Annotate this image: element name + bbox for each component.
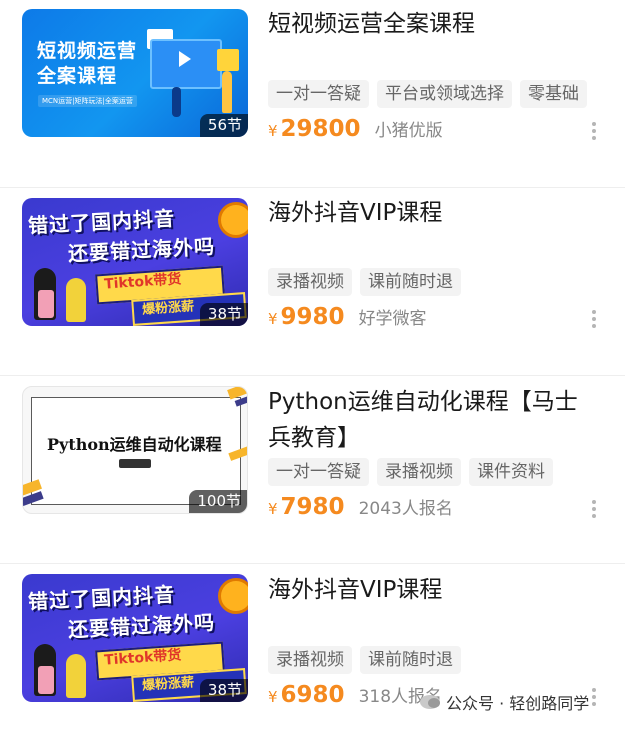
person-illustration xyxy=(222,71,232,113)
course-thumbnail[interactable]: 短视频运营 全案课程 MCN运营|矩阵玩法|全案运营 56节 xyxy=(22,9,248,137)
course-price: 9980 xyxy=(280,304,345,330)
thumb-headline: Python运维自动化课程 xyxy=(47,435,222,454)
lesson-count-badge: 100节 xyxy=(189,490,247,513)
course-title[interactable]: 海外抖音VIP课程 xyxy=(268,572,588,608)
course-card[interactable]: 错过了国内抖音 还要错过海外吗 Tiktok带货 爆粉涨薪 38节 海外抖音VI… xyxy=(0,188,625,376)
watermark: 公众号 · 轻创路同学 xyxy=(420,690,589,714)
price-row: ¥ 9980 好学微客 xyxy=(268,304,427,330)
currency-symbol: ¥ xyxy=(268,500,278,518)
course-tags: 一对一答疑 平台或领域选择 零基础 xyxy=(268,80,587,108)
play-icon xyxy=(179,51,191,67)
thumb-headline: 还要错过海外吗 xyxy=(67,234,216,266)
course-tag: 零基础 xyxy=(520,80,587,108)
course-price: 29800 xyxy=(280,116,361,142)
lesson-count-badge: 56节 xyxy=(199,114,248,137)
course-tag: 录播视频 xyxy=(268,268,352,296)
course-tags: 录播视频 课前随时退 xyxy=(268,268,461,296)
course-tag: 录播视频 xyxy=(377,458,461,486)
more-options-icon[interactable] xyxy=(592,122,598,140)
more-options-icon[interactable] xyxy=(592,500,598,518)
course-tag: 一对一答疑 xyxy=(268,458,369,486)
price-row: ¥ 29800 小猪优版 xyxy=(268,116,443,142)
wechat-icon xyxy=(420,695,440,709)
course-price: 6980 xyxy=(280,682,345,708)
more-options-icon[interactable] xyxy=(592,688,598,706)
course-tag: 一对一答疑 xyxy=(268,80,369,108)
course-title[interactable]: Python运维自动化课程【马士兵教育】 xyxy=(268,384,588,456)
chart-icon xyxy=(217,49,239,71)
course-tag: 课前随时退 xyxy=(360,646,461,674)
person-illustration xyxy=(38,290,54,318)
course-thumbnail[interactable]: 错过了国内抖音 还要错过海外吗 Tiktok带货 爆粉涨薪 38节 xyxy=(22,198,248,326)
course-thumbnail[interactable]: Python运维自动化课程 100节 xyxy=(22,386,248,514)
currency-symbol: ¥ xyxy=(268,122,278,140)
currency-symbol: ¥ xyxy=(268,310,278,328)
course-tags: 录播视频 课前随时退 xyxy=(268,646,461,674)
course-tag: 录播视频 xyxy=(268,646,352,674)
thumb-headline: 短视频运营 全案课程 xyxy=(37,40,138,87)
thumb-pill xyxy=(119,459,151,468)
tiktok-logo-icon xyxy=(218,202,248,238)
more-options-icon[interactable] xyxy=(592,310,598,328)
course-tag: 课前随时退 xyxy=(360,268,461,296)
thumb-banner-text: 爆粉涨薪 xyxy=(141,299,195,318)
price-row: ¥ 6980 318人报名 xyxy=(268,682,442,708)
course-card[interactable]: Python运维自动化课程 100节 Python运维自动化课程【马士兵教育】 … xyxy=(0,376,625,564)
tiktok-logo-icon xyxy=(218,578,248,614)
enrollment-count: 2043人报名 xyxy=(358,499,453,519)
person-illustration xyxy=(38,666,54,694)
watermark-text: 公众号 · 轻创路同学 xyxy=(446,694,590,713)
course-provider: 小猪优版 xyxy=(374,121,443,141)
course-tag: 平台或领域选择 xyxy=(377,80,512,108)
thumb-headline: 还要错过海外吗 xyxy=(67,610,216,642)
price-row: ¥ 7980 2043人报名 xyxy=(268,494,453,520)
course-card[interactable]: 错过了国内抖音 还要错过海外吗 Tiktok带货 爆粉涨薪 38节 海外抖音VI… xyxy=(0,564,625,752)
course-thumbnail[interactable]: 错过了国内抖音 还要错过海外吗 Tiktok带货 爆粉涨薪 38节 xyxy=(22,574,248,702)
course-tags: 一对一答疑 录播视频 课件资料 xyxy=(268,458,553,486)
thumb-subtitle: MCN运营|矩阵玩法|全案运营 xyxy=(38,95,137,107)
thumb-banner-text: 爆粉涨薪 xyxy=(141,675,195,694)
course-price: 7980 xyxy=(280,494,345,520)
lesson-count-badge: 38节 xyxy=(199,679,248,702)
course-title[interactable]: 海外抖音VIP课程 xyxy=(268,195,588,231)
course-title[interactable]: 短视频运营全案课程 xyxy=(268,6,588,42)
course-provider: 好学微客 xyxy=(358,309,427,329)
person-illustration xyxy=(66,654,86,698)
person-illustration xyxy=(172,87,181,117)
course-card[interactable]: 短视频运营 全案课程 MCN运营|矩阵玩法|全案运营 56节 短视频运营全案课程 … xyxy=(0,0,625,188)
lesson-count-badge: 38节 xyxy=(199,303,248,326)
currency-symbol: ¥ xyxy=(268,688,278,706)
course-tag: 课件资料 xyxy=(469,458,553,486)
person-illustration xyxy=(66,278,86,322)
